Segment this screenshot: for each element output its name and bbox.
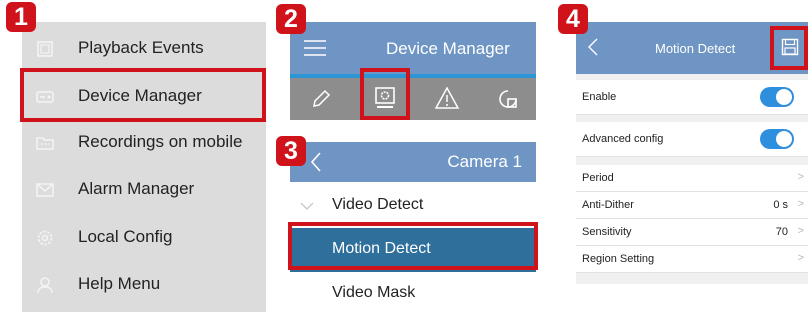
chevron-right-icon: >	[797, 225, 804, 237]
row-label: Enable	[582, 91, 617, 103]
main-menu-panel: Playback Events Device Manager Recording…	[22, 22, 266, 312]
row-label: Region Setting	[582, 253, 655, 265]
page-title: Camera 1	[447, 152, 522, 171]
menu-item-help-menu[interactable]: Help Menu	[22, 262, 266, 308]
video-mask-item[interactable]: Video Mask	[290, 272, 536, 316]
menu-item-alarm-manager[interactable]: Alarm Manager	[22, 167, 266, 213]
history-icon[interactable]	[496, 87, 520, 111]
highlight-save-button	[770, 26, 808, 70]
pencil-icon[interactable]	[310, 88, 332, 110]
device-manager-panel: Device Manager	[290, 22, 536, 120]
camera-header: Camera 1	[290, 142, 536, 182]
chevron-right-icon: >	[797, 198, 804, 210]
menu-item-local-config[interactable]: Local Config	[22, 215, 266, 261]
playback-icon	[37, 41, 53, 57]
chevron-down-icon	[300, 202, 314, 210]
back-arrow-icon[interactable]	[310, 152, 322, 172]
enable-row: Enable	[576, 80, 808, 115]
menu-item-label: Recordings on mobile	[78, 132, 243, 151]
folder-icon	[36, 137, 54, 150]
step-badge-3: 3	[276, 136, 306, 166]
period-row[interactable]: Period >	[576, 165, 808, 192]
page-title: Motion Detect	[655, 41, 736, 56]
row-label: Anti-Dither	[582, 199, 634, 211]
warning-icon[interactable]	[434, 86, 460, 110]
row-label: Period	[582, 172, 614, 184]
step-badge-4: 4	[558, 4, 588, 34]
device-manager-header: Device Manager	[290, 22, 536, 74]
device-toolbar	[290, 78, 536, 120]
row-value: 70	[775, 226, 788, 238]
advanced-config-toggle[interactable]	[760, 129, 794, 149]
toggle-knob	[776, 131, 792, 147]
chevron-right-icon: >	[797, 252, 804, 264]
help-icon	[37, 277, 53, 294]
hamburger-menu-icon[interactable]	[304, 40, 326, 56]
anti-dither-row[interactable]: Anti-Dither 0 s >	[576, 192, 808, 219]
group-label: Video Detect	[332, 196, 424, 213]
chevron-right-icon: >	[797, 171, 804, 183]
toggle-knob	[776, 89, 792, 105]
alarm-icon	[36, 183, 54, 197]
row-label: Advanced config	[582, 133, 664, 145]
menu-item-label: Alarm Manager	[78, 179, 195, 198]
menu-item-label: Playback Events	[78, 38, 204, 57]
row-value: 0 s	[773, 199, 788, 211]
row-label: Sensitivity	[582, 226, 632, 238]
menu-item-playback-events[interactable]: Playback Events	[22, 26, 266, 72]
menu-item-label: Help Menu	[78, 274, 161, 293]
item-label: Video Mask	[332, 284, 416, 301]
enable-toggle[interactable]	[760, 87, 794, 107]
advanced-config-row: Advanced config	[576, 122, 808, 157]
region-setting-row[interactable]: Region Setting >	[576, 246, 808, 273]
step-badge-2: 2	[276, 4, 306, 34]
menu-item-recordings[interactable]: Recordings on mobile	[22, 120, 266, 166]
back-arrow-icon[interactable]	[588, 38, 598, 56]
step-badge-1: 1	[6, 2, 36, 32]
page-title: Device Manager	[386, 39, 510, 58]
highlight-config-button	[360, 68, 410, 120]
sensitivity-row[interactable]: Sensitivity 70 >	[576, 219, 808, 246]
menu-item-label: Local Config	[78, 227, 173, 246]
highlight-motion-detect	[288, 222, 538, 270]
highlight-device-manager	[20, 68, 266, 122]
gear-icon	[37, 230, 53, 246]
